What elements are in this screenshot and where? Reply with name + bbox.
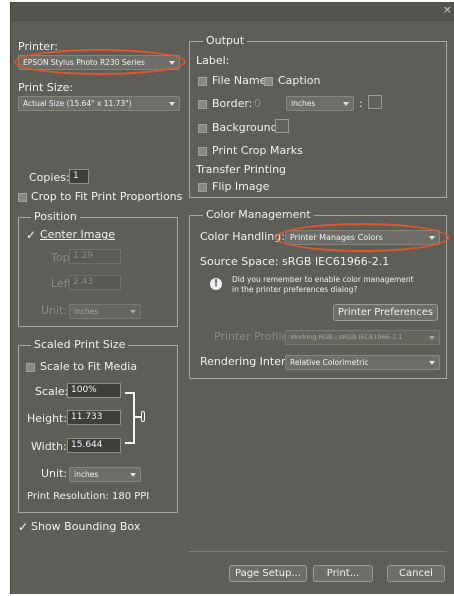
output-legend: Output (203, 34, 248, 47)
reminder-line-1: Did you remember to enable color managem… (232, 275, 414, 284)
flip-image-checkbox[interactable] (198, 183, 207, 192)
border-colon: : (359, 97, 363, 110)
chevron-down-icon (130, 473, 136, 477)
scaled-unit-select[interactable]: inches (69, 467, 141, 482)
rendering-intent-label: Rendering Intent: (200, 355, 296, 368)
height-label: Height: (27, 412, 68, 425)
file-name-label: File Name (212, 74, 267, 87)
left-input[interactable]: 2.43 (69, 275, 121, 290)
scale-to-fit-checkbox[interactable] (26, 363, 35, 372)
print-resolution-text: Print Resolution: 180 PPI (27, 491, 150, 502)
color-handling-label: Color Handling: (200, 230, 285, 243)
scaled-unit-value: inches (74, 470, 99, 479)
background-color-swatch[interactable] (275, 119, 289, 133)
chevron-down-icon (343, 102, 349, 106)
printer-profile-value: Working RGB - sRGB IEC61966-2.1 (290, 333, 403, 341)
crop-to-fit-label: Crop to Fit Print Proportions (31, 190, 183, 203)
crop-to-fit-checkbox[interactable] (18, 193, 27, 202)
border-color-swatch[interactable] (368, 95, 382, 109)
width-label: Width: (31, 440, 67, 453)
position-unit-label: Unit: (41, 304, 68, 317)
show-bounding-box-label: Show Bounding Box (31, 520, 141, 533)
bottom-divider (189, 551, 447, 552)
print-button[interactable]: Print... (313, 565, 373, 582)
caption-label: Caption (278, 74, 321, 87)
chevron-down-icon (429, 361, 435, 365)
cancel-button[interactable]: Cancel (387, 565, 445, 582)
printer-profile-label: Printer Profile: (214, 330, 292, 343)
scale-to-fit-label: Scale to Fit Media (40, 360, 138, 373)
chevron-down-icon (429, 336, 435, 340)
chevron-down-icon (130, 310, 136, 314)
close-icon[interactable]: × (443, 4, 452, 16)
color-handling-highlight-oval (275, 223, 449, 252)
label-heading: Label: (196, 54, 230, 67)
print-crop-marks-checkbox[interactable] (198, 147, 207, 156)
width-input[interactable]: 15.644 (67, 438, 121, 453)
position-unit-value: inches (74, 307, 99, 316)
center-image-checkbox[interactable]: ✓ (26, 229, 36, 241)
caption-checkbox[interactable] (264, 77, 273, 86)
print-size-select-value: Actual Size (15.64" x 11.73") (23, 99, 132, 108)
proportion-bracket (125, 392, 135, 444)
rendering-intent-select[interactable]: Relative Colorimetric (285, 355, 440, 370)
scaled-print-size-legend: Scaled Print Size (31, 338, 129, 351)
position-legend: Position (31, 210, 80, 223)
printer-preferences-button[interactable]: Printer Preferences (333, 304, 438, 321)
print-size-select[interactable]: Actual Size (15.64" x 11.73") (18, 96, 180, 111)
link-icon[interactable] (141, 411, 145, 422)
border-label: Border: (212, 97, 253, 110)
copies-input[interactable]: 1 (69, 169, 89, 184)
top-input[interactable]: 1.29 (69, 249, 121, 264)
border-unit-value: inches (291, 99, 316, 108)
print-dialog: × Printer: EPSON Stylus Photo R230 Serie… (10, 2, 454, 594)
center-image-label: Center Image (40, 228, 115, 241)
copies-label: Copies: (29, 171, 70, 184)
chevron-down-icon (169, 102, 175, 106)
source-space-text: Source Space: sRGB IEC61966-2.1 (200, 255, 390, 268)
center-image-text: Center Image (40, 228, 115, 241)
printer-profile-select[interactable]: Working RGB - sRGB IEC61966-2.1 (285, 330, 440, 345)
print-crop-marks-label: Print Crop Marks (212, 144, 303, 157)
border-value[interactable]: 0 (254, 97, 261, 110)
color-management-legend: Color Management (203, 208, 314, 221)
scale-label: Scale: (35, 385, 69, 398)
title-bar: × (11, 2, 454, 21)
info-icon: ! (210, 278, 222, 290)
flip-image-label: Flip Image (212, 180, 270, 193)
file-name-checkbox[interactable] (198, 77, 207, 86)
border-checkbox[interactable] (198, 100, 207, 109)
background-checkbox[interactable] (198, 124, 207, 133)
printer-highlight-oval (14, 49, 186, 75)
page-setup-button[interactable]: Page Setup... (229, 565, 307, 582)
show-bounding-box-checkbox[interactable]: ✓ (18, 521, 28, 533)
position-unit-select[interactable]: inches (69, 304, 141, 319)
scale-input[interactable]: 100% (67, 383, 121, 398)
transfer-printing-heading: Transfer Printing (196, 163, 287, 176)
rendering-intent-value: Relative Colorimetric (290, 358, 369, 367)
scaled-unit-label: Unit: (41, 467, 68, 480)
border-unit-select[interactable]: inches (286, 96, 354, 111)
background-label: Background: (212, 121, 282, 134)
reminder-line-2: in the printer preferences dialog? (232, 285, 358, 294)
print-size-label: Print Size: (18, 81, 74, 94)
height-input[interactable]: 11.733 (67, 410, 121, 425)
